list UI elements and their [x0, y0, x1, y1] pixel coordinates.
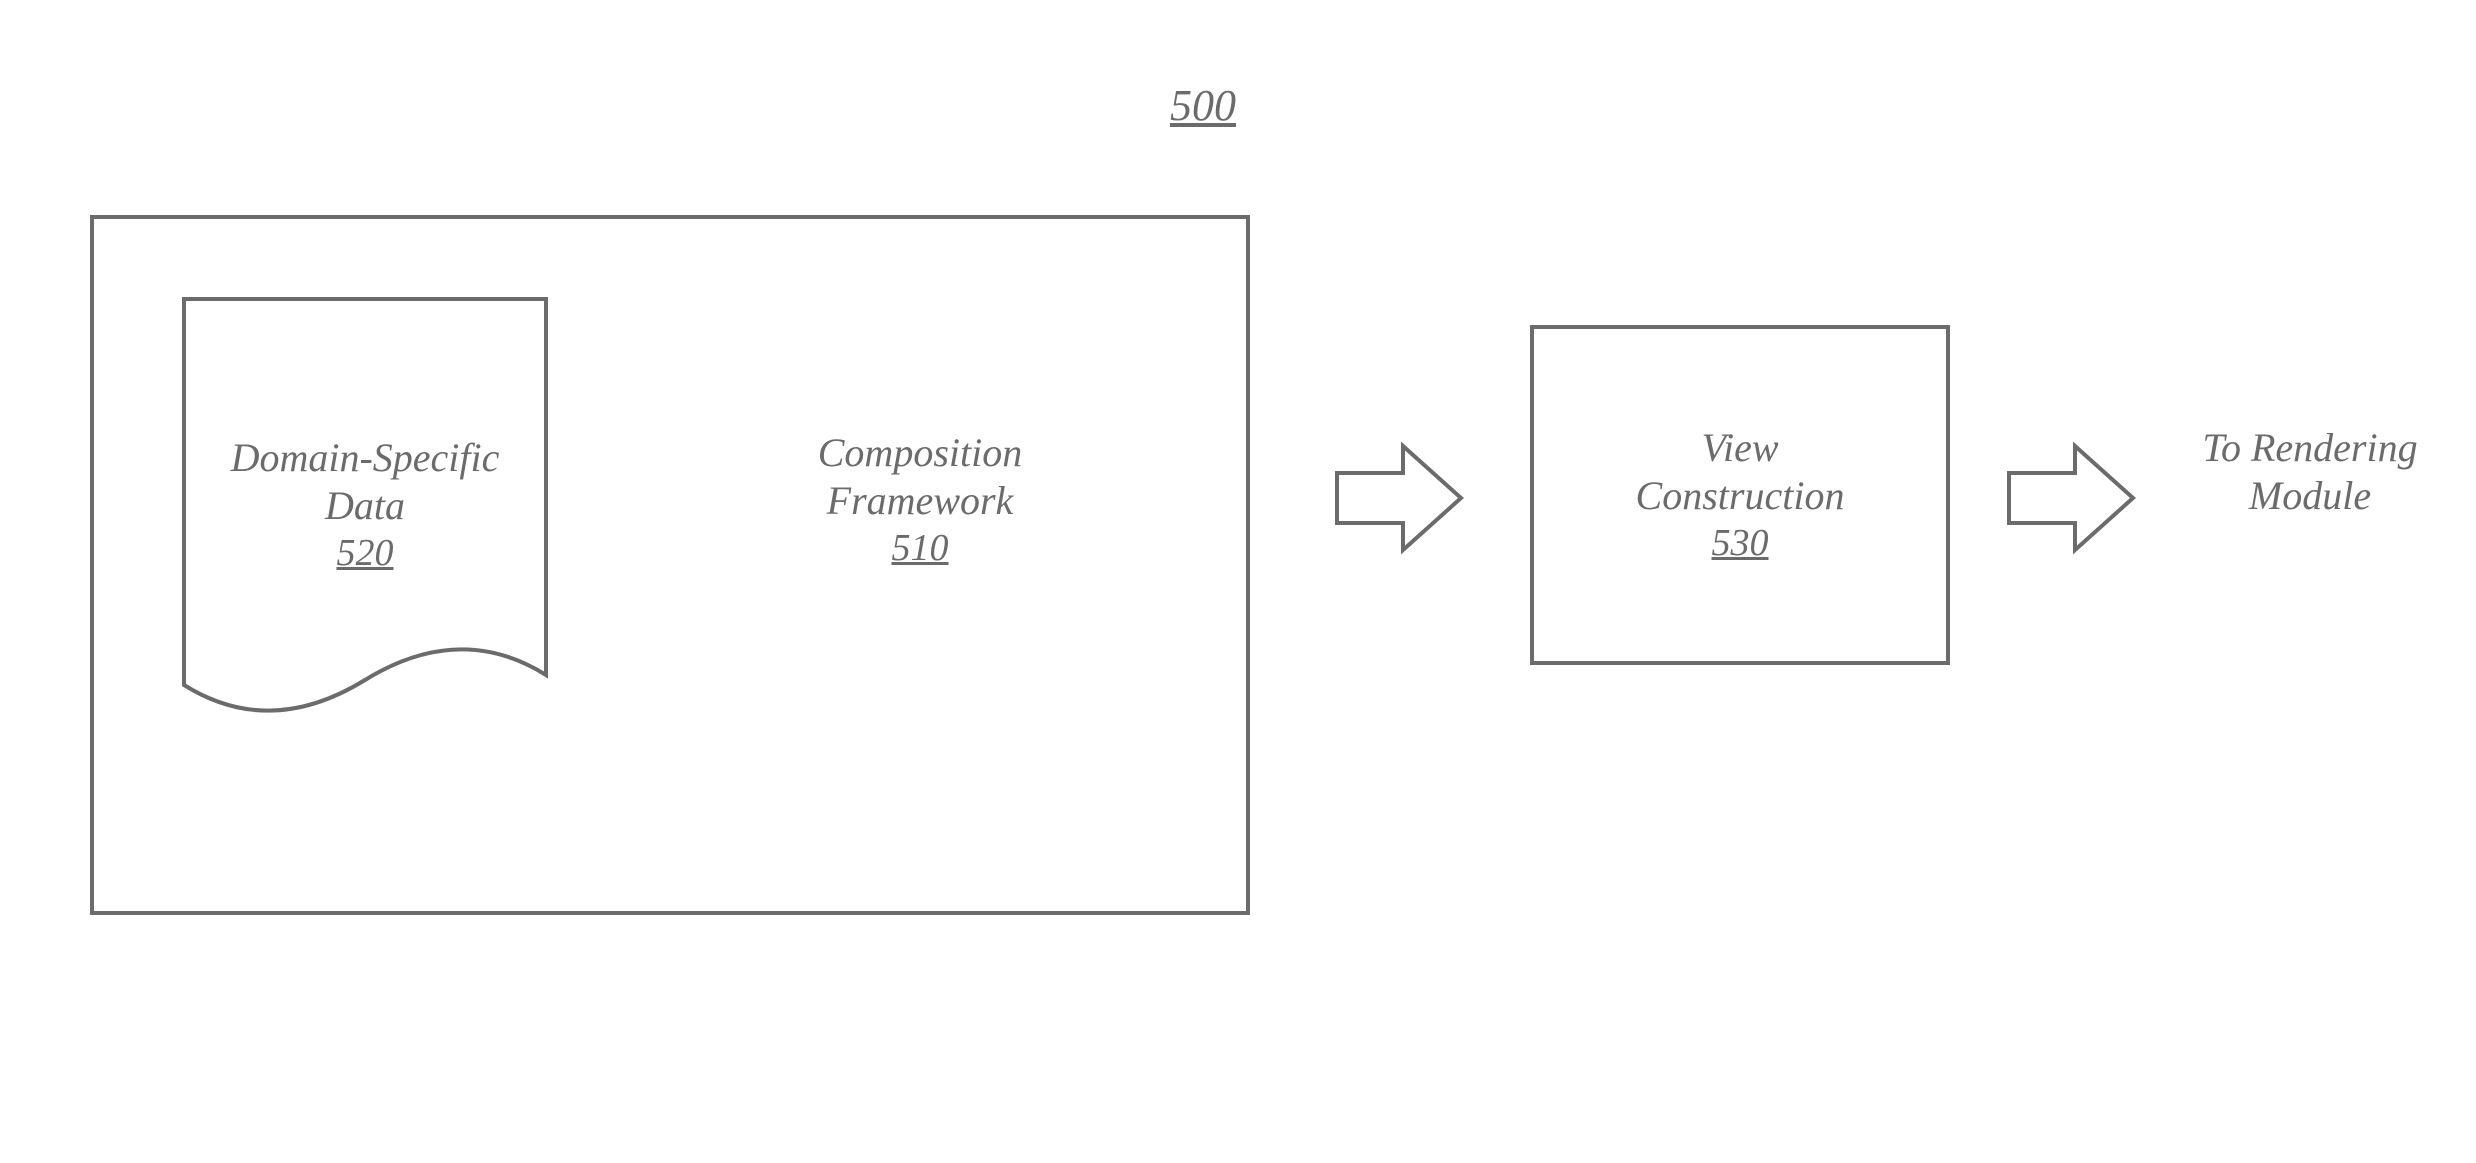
diagram-canvas: 500 Domain-Specific Data 520 Composition… [0, 0, 2476, 1163]
arrow-right-icon [2005, 438, 2140, 558]
label-text: Construction [1636, 473, 1845, 519]
domain-specific-data-label: Domain-Specific Data 520 [180, 295, 550, 715]
label-text: Data [325, 483, 405, 529]
label-text: Composition [818, 430, 1022, 476]
reference-number: 510 [892, 526, 949, 570]
to-rendering-module-label: To Rendering Module [2165, 425, 2455, 519]
label-text: Module [2249, 473, 2371, 519]
label-text: Domain-Specific [231, 435, 500, 481]
composition-framework-label: Composition Framework 510 [700, 430, 1140, 570]
label-text: View [1701, 425, 1778, 471]
figure-number: 500 [1170, 80, 1236, 131]
label-text: Framework [827, 478, 1014, 524]
arrow-right-icon [1333, 438, 1468, 558]
domain-specific-data-block: Domain-Specific Data 520 [180, 295, 550, 715]
view-construction-box: View Construction 530 [1530, 325, 1950, 665]
reference-number: 520 [337, 531, 394, 575]
label-text: To Rendering [2202, 425, 2417, 471]
reference-number: 530 [1712, 521, 1769, 565]
